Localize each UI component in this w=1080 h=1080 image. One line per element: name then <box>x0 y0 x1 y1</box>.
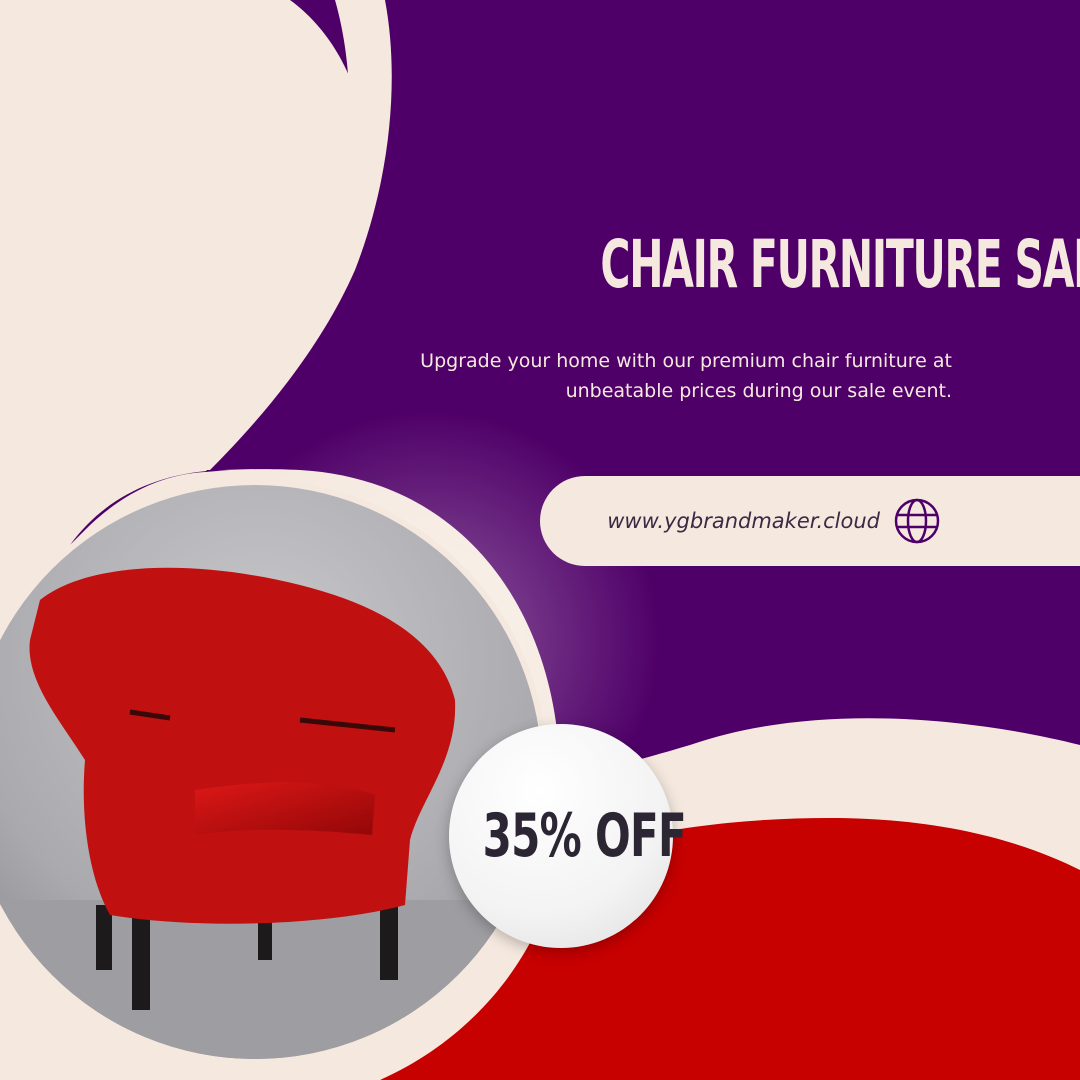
discount-label: 35% OFF <box>482 801 687 871</box>
chair-shape <box>29 567 456 924</box>
headline: CHAIR FURNITURE SALE <box>600 226 1080 303</box>
globe-icon <box>894 498 940 544</box>
website-link[interactable]: www.ygbrandmaker.cloud <box>540 476 880 566</box>
subtitle-line-2: unbeatable prices during our sale event. <box>565 380 952 402</box>
sale-poster: CHAIR FURNITURE SALE Upgrade your home w… <box>0 0 1080 1080</box>
subtitle-line-1: Upgrade your home with our premium chair… <box>420 350 952 372</box>
subtitle: Upgrade your home with our premium chair… <box>380 346 952 406</box>
